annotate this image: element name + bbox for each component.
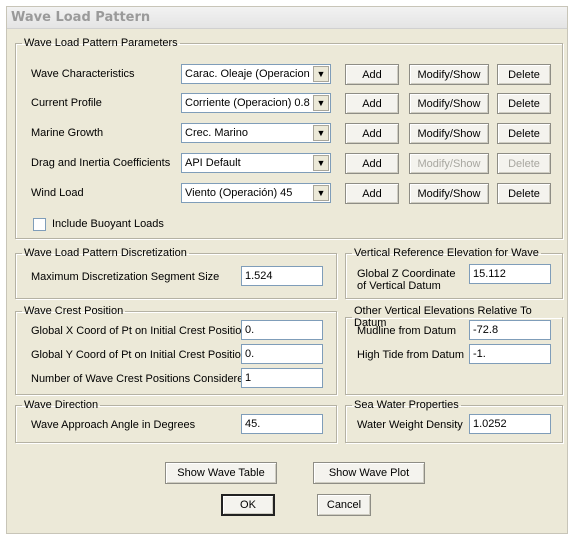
global-y-label: Global Y Coord of Pt on Initial Crest Po…	[31, 349, 248, 361]
parameters-legend: Wave Load Pattern Parameters	[24, 37, 178, 49]
sea-water-legend: Sea Water Properties	[354, 399, 459, 411]
wind-load-label: Wind Load	[31, 187, 84, 199]
current-profile-add-button[interactable]: Add	[345, 93, 399, 114]
show-wave-plot-button[interactable]: Show Wave Plot	[313, 462, 425, 484]
crest-count-field[interactable]: 1	[241, 368, 323, 388]
high-tide-field[interactable]: -1.	[469, 344, 551, 364]
wave-characteristics-value: Carac. Oleaje (Operacion)	[185, 68, 310, 80]
max-discretization-label: Maximum Discretization Segment Size	[31, 271, 220, 283]
chevron-down-icon[interactable]: ▼	[313, 155, 329, 171]
drag-inertia-select[interactable]: API Default ▼	[181, 153, 331, 173]
wave-direction-legend: Wave Direction	[24, 399, 99, 411]
max-discretization-field[interactable]: 1.524	[241, 266, 323, 286]
current-profile-label: Current Profile	[31, 97, 102, 109]
global-x-label: Global X Coord of Pt on Initial Crest Po…	[31, 325, 248, 337]
marine-growth-label: Marine Growth	[31, 127, 104, 139]
wind-load-select[interactable]: Viento (Operación) 45 ▼	[181, 183, 331, 203]
wave-characteristics-add-button[interactable]: Add	[345, 64, 399, 85]
chevron-down-icon[interactable]: ▼	[313, 95, 329, 111]
current-profile-delete-button[interactable]: Delete	[497, 93, 551, 114]
approach-angle-field[interactable]: 45.	[241, 414, 323, 434]
wind-load-add-button[interactable]: Add	[345, 183, 399, 204]
wind-load-delete-button[interactable]: Delete	[497, 183, 551, 204]
marine-growth-add-button[interactable]: Add	[345, 123, 399, 144]
ok-button[interactable]: OK	[221, 494, 275, 516]
current-profile-value: Corriente (Operacion) 0.85 45	[185, 97, 310, 109]
chevron-down-icon[interactable]: ▼	[313, 66, 329, 82]
approach-angle-label: Wave Approach Angle in Degrees	[31, 419, 196, 431]
chevron-down-icon[interactable]: ▼	[313, 185, 329, 201]
global-y-field[interactable]: 0.	[241, 344, 323, 364]
wave-load-pattern-dialog: Wave Load Pattern Wave Load Pattern Para…	[6, 6, 568, 534]
high-tide-label: High Tide from Datum	[357, 349, 464, 361]
title-bar: Wave Load Pattern	[7, 7, 567, 29]
drag-inertia-label: Drag and Inertia Coefficients	[31, 157, 171, 169]
wave-characteristics-modify-button[interactable]: Modify/Show	[409, 64, 489, 85]
marine-growth-select[interactable]: Crec. Marino ▼	[181, 123, 331, 143]
drag-inertia-value: API Default	[185, 157, 241, 169]
current-profile-modify-button[interactable]: Modify/Show	[409, 93, 489, 114]
water-density-field[interactable]: 1.0252	[469, 414, 551, 434]
drag-inertia-delete-button: Delete	[497, 153, 551, 174]
crest-count-label: Number of Wave Crest Positions Considere…	[31, 373, 250, 385]
window-title: Wave Load Pattern	[11, 10, 151, 25]
drag-inertia-add-button[interactable]: Add	[345, 153, 399, 174]
include-buoyant-label: Include Buoyant Loads	[52, 218, 164, 230]
drag-inertia-modify-button: Modify/Show	[409, 153, 489, 174]
vertical-reference-legend: Vertical Reference Elevation for Wave	[354, 247, 539, 259]
mudline-label: Mudline from Datum	[357, 325, 457, 337]
wave-characteristics-label: Wave Characteristics	[31, 68, 135, 80]
water-density-label: Water Weight Density	[357, 419, 463, 431]
global-z-field[interactable]: 15.112	[469, 264, 551, 284]
mudline-field[interactable]: -72.8	[469, 320, 551, 340]
current-profile-select[interactable]: Corriente (Operacion) 0.85 45 ▼	[181, 93, 331, 113]
marine-growth-value: Crec. Marino	[185, 127, 248, 139]
wave-characteristics-select[interactable]: Carac. Oleaje (Operacion) ▼	[181, 64, 331, 84]
cancel-button[interactable]: Cancel	[317, 494, 371, 516]
wind-load-value: Viento (Operación) 45	[185, 187, 293, 199]
global-z-label-line2: of Vertical Datum	[357, 280, 441, 292]
global-z-label-line1: Global Z Coordinate	[357, 268, 456, 280]
marine-growth-delete-button[interactable]: Delete	[497, 123, 551, 144]
discretization-legend: Wave Load Pattern Discretization	[24, 247, 187, 259]
marine-growth-modify-button[interactable]: Modify/Show	[409, 123, 489, 144]
include-buoyant-checkbox[interactable]	[33, 218, 46, 231]
chevron-down-icon[interactable]: ▼	[313, 125, 329, 141]
show-wave-table-button[interactable]: Show Wave Table	[165, 462, 277, 484]
wave-characteristics-delete-button[interactable]: Delete	[497, 64, 551, 85]
wave-crest-legend: Wave Crest Position	[24, 305, 124, 317]
global-x-field[interactable]: 0.	[241, 320, 323, 340]
wind-load-modify-button[interactable]: Modify/Show	[409, 183, 489, 204]
